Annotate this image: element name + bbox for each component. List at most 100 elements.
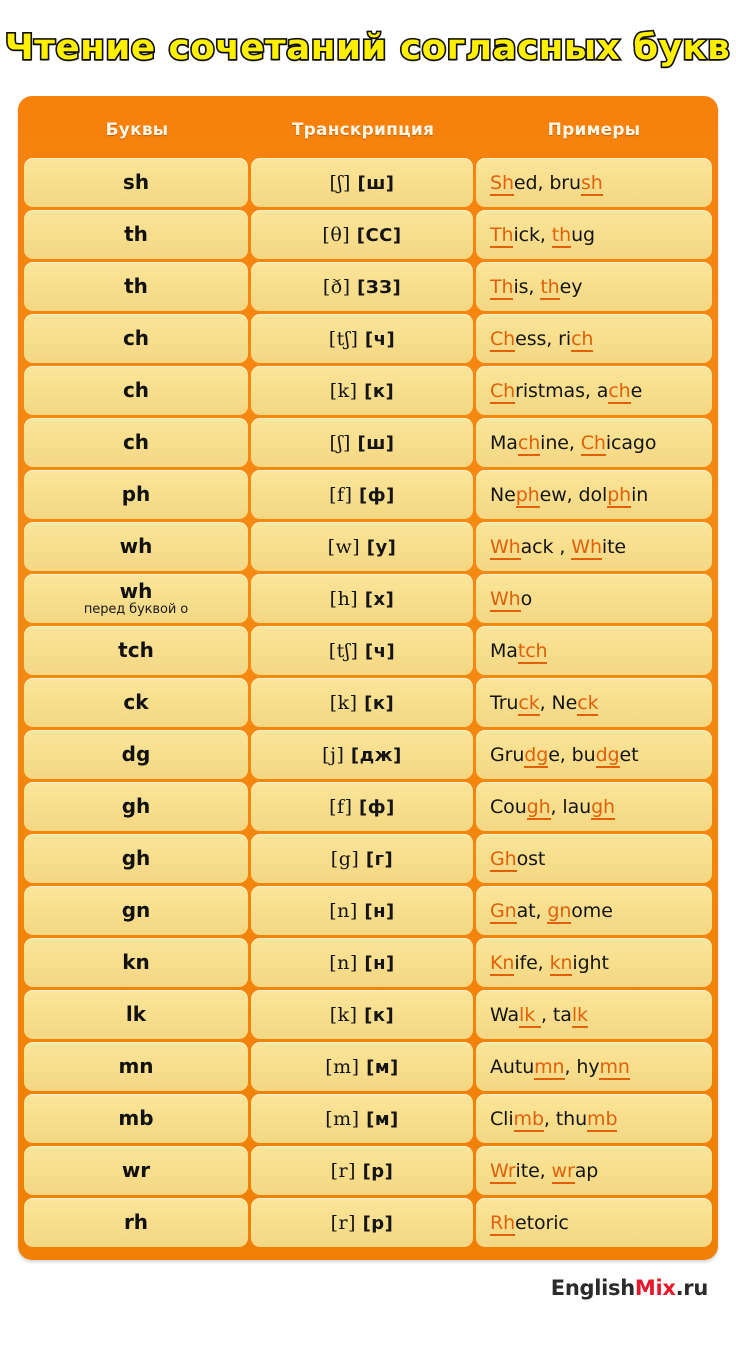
example-highlight: Ch <box>490 379 516 404</box>
letters-cell: tch <box>24 626 248 675</box>
ipa-transcription: [k] <box>329 1003 358 1026</box>
brand-footer: EnglishMix.ru <box>0 1276 736 1300</box>
transcription-value: [k] [к] <box>330 380 395 402</box>
transcription-value: [m] [м] <box>325 1056 399 1078</box>
example-highlight: Wh <box>490 535 521 560</box>
table-row: th [θ] [СС] Thick, thug <box>24 210 712 259</box>
table-row: mb [m] [м] Climb, thumb <box>24 1094 712 1143</box>
table-body: sh [ʃ] [ш] Shed, brush th [θ] [СС] Thick, thu… <box>24 158 712 1250</box>
example-text: ed, bru <box>513 171 581 194</box>
example-text: is, <box>513 275 541 298</box>
cyrillic-transcription: [к] <box>364 692 395 714</box>
example-text: , thu <box>543 1107 588 1130</box>
transcription-cell: [tʃ] [ч] <box>251 626 473 675</box>
letters-value: ck <box>123 690 149 714</box>
transcription-cell: [n] [н] <box>251 938 473 987</box>
ipa-transcription: [k] <box>329 691 358 714</box>
example-highlight: gh <box>591 795 615 820</box>
table-row: ch [ʃ] [ш] Machine, Chicago <box>24 418 712 467</box>
example-text: in <box>631 483 649 506</box>
example-words: Gnat, gnome <box>490 899 613 924</box>
consonant-combinations-panel: Буквы Транскрипция Примеры sh [ʃ] [ш] Shed… <box>18 96 718 1260</box>
cyrillic-transcription: [н] <box>364 900 395 922</box>
example-highlight: Th <box>490 275 514 300</box>
example-text: e, bu <box>548 743 596 766</box>
cyrillic-transcription: [к] <box>364 380 395 402</box>
example-highlight: lk <box>571 1003 588 1028</box>
transcription-value: [w] [у] <box>328 536 397 558</box>
example-text: ite, <box>515 1159 552 1182</box>
transcription-cell: [w] [у] <box>251 522 473 571</box>
example-highlight: ph <box>515 483 540 508</box>
examples-cell: Chess, rich <box>476 314 712 363</box>
transcription-cell: [k] [к] <box>251 678 473 727</box>
example-text: ine, <box>540 431 581 454</box>
examples-cell: Gnat, gnome <box>476 886 712 935</box>
letters-value: wh <box>119 534 153 558</box>
letters-value: ch <box>122 378 150 402</box>
ipa-transcription: [n] <box>329 899 358 922</box>
cyrillic-transcription: [ч] <box>364 640 396 662</box>
example-text: ew, dol <box>539 483 608 506</box>
table-row: ph [f] [ф] Nephew, dolphin <box>24 470 712 519</box>
letters-cell: ch <box>24 418 248 467</box>
letters-cell: gn <box>24 886 248 935</box>
example-highlight: h <box>501 171 514 196</box>
letters-cell: gh <box>24 834 248 883</box>
example-words: Truck, Neck <box>490 691 599 716</box>
letters-cell: wh перед буквой o <box>24 574 248 623</box>
example-highlight: ch <box>608 379 631 404</box>
transcription-cell: [ð] [ЗЗ] <box>251 262 473 311</box>
example-text: ite <box>601 535 627 558</box>
cyrillic-transcription: [р] <box>362 1160 394 1182</box>
ipa-transcription: [r] <box>330 1159 357 1182</box>
transcription-value: [h] [х] <box>330 588 395 610</box>
transcription-value: [r] [р] <box>331 1160 394 1182</box>
cyrillic-transcription: [у] <box>366 536 397 558</box>
example-words: Machine, Chicago <box>490 431 657 456</box>
example-highlight: sh <box>580 171 603 196</box>
letters-value: rh <box>123 1210 149 1234</box>
example-text: ife, <box>514 951 550 974</box>
table-row: wr [r] [р] Write, wrap <box>24 1146 712 1195</box>
transcription-cell: [k] [к] <box>251 990 473 1039</box>
consonant-table: Буквы Транскрипция Примеры sh [ʃ] [ш] Shed… <box>24 102 712 1250</box>
table-row: lk [k] [к] Walk , talk <box>24 990 712 1039</box>
letters-cell: dg <box>24 730 248 779</box>
examples-cell: Autumn, hymn <box>476 1042 712 1091</box>
example-highlight: gn <box>547 899 572 924</box>
letters-cell: ck <box>24 678 248 727</box>
transcription-cell: [tʃ] [ч] <box>251 314 473 363</box>
letters-cell: ph <box>24 470 248 519</box>
example-words: Knife, knight <box>490 951 609 976</box>
letters-value: ch <box>122 430 150 454</box>
example-text: etoric <box>515 1211 569 1234</box>
cyrillic-transcription: [ч] <box>364 328 396 350</box>
examples-cell: Shed, brush <box>476 158 712 207</box>
example-words: Thick, thug <box>490 223 595 248</box>
example-text: , lau <box>550 795 592 818</box>
transcription-cell: [f] [ф] <box>251 470 473 519</box>
table-row: kn [n] [н] Knife, knight <box>24 938 712 987</box>
examples-cell: Truck, Neck <box>476 678 712 727</box>
examples-cell: Knife, knight <box>476 938 712 987</box>
transcription-value: [n] [н] <box>329 900 395 922</box>
examples-cell: This, they <box>476 262 712 311</box>
example-highlight: dg <box>524 743 549 768</box>
brand-name-mix: Mix <box>634 1276 676 1300</box>
letters-value: lk <box>125 1002 147 1026</box>
cyrillic-transcription: [СС] <box>356 224 402 246</box>
example-words: Climb, thumb <box>490 1107 618 1132</box>
transcription-cell: [m] [м] <box>251 1094 473 1143</box>
brand-name-english: English <box>550 1276 635 1300</box>
example-text: ess, ri <box>515 327 572 350</box>
example-highlight: ch <box>517 431 541 456</box>
example-text: icago <box>605 431 657 454</box>
example-text: et <box>619 743 639 766</box>
example-text: at, <box>516 899 548 922</box>
example-highlight: th <box>540 275 560 300</box>
letters-value: th <box>124 274 148 298</box>
letters-cell: mn <box>24 1042 248 1091</box>
transcription-cell: [h] [х] <box>251 574 473 623</box>
example-words: Grudge, budget <box>490 743 639 768</box>
